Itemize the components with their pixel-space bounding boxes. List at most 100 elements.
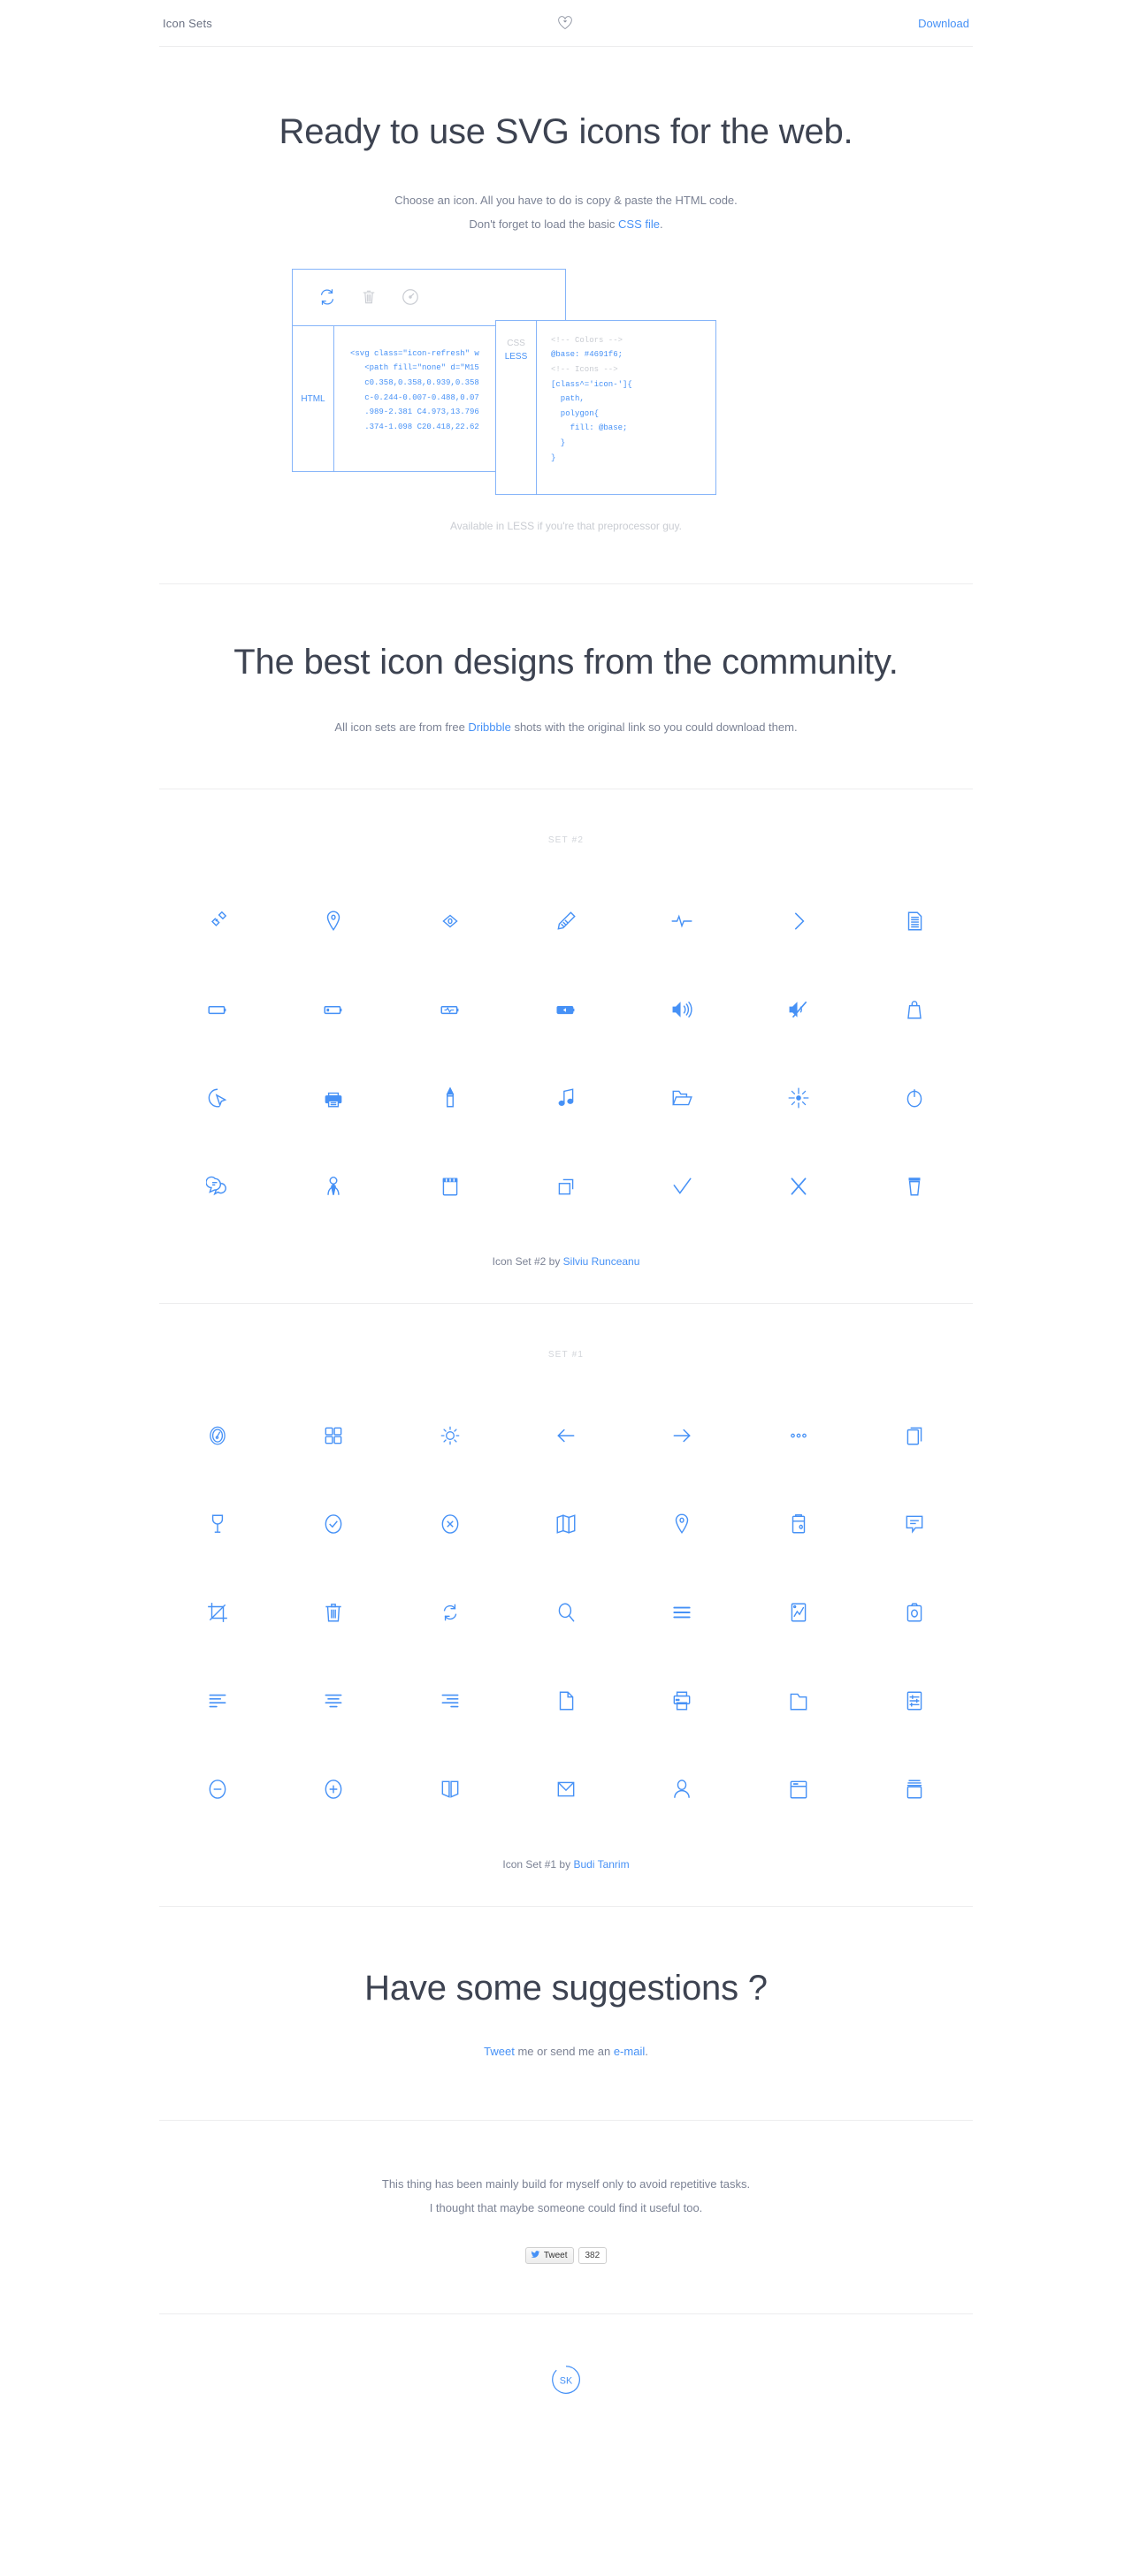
coffee-cup-icon[interactable] <box>857 1142 973 1231</box>
hero-section: Ready to use SVG icons for the web. Choo… <box>159 47 973 552</box>
check-circle-icon[interactable] <box>275 1480 391 1568</box>
browser-window-icon[interactable] <box>740 1745 856 1833</box>
camera-icon[interactable] <box>857 1568 973 1657</box>
stack-icon[interactable] <box>857 1745 973 1833</box>
map-pin-icon[interactable] <box>275 877 391 965</box>
css-comment-icons: <!-- Icons --> <box>551 364 618 374</box>
tweet-link[interactable]: Tweet <box>484 2045 515 2058</box>
chart-image-icon[interactable] <box>740 1568 856 1657</box>
gauge-icon[interactable] <box>401 287 420 307</box>
align-center-icon[interactable] <box>275 1657 391 1745</box>
refresh-icon[interactable] <box>392 1568 508 1657</box>
tweet-button[interactable]: Tweet <box>524 2246 574 2264</box>
notepad-icon[interactable] <box>392 1142 508 1231</box>
css-panel: CSS LESS <!-- Colors --> @base: #4691f6;… <box>495 319 716 495</box>
map-icon[interactable] <box>508 1480 623 1568</box>
email-link[interactable]: e-mail <box>614 2045 645 2058</box>
community-section: The best icon designs from the community… <box>159 584 973 789</box>
trash-icon[interactable] <box>275 1568 391 1657</box>
header-center <box>212 16 918 30</box>
svg-text:SK: SK <box>560 2375 573 2386</box>
printer-icon[interactable] <box>275 1054 391 1142</box>
set-1-author-link[interactable]: Budi Tanrim <box>573 1858 629 1871</box>
css-base-var: @base: #4691f6; <box>551 350 623 360</box>
power-icon[interactable] <box>857 1054 973 1142</box>
chevron-right-icon[interactable] <box>740 877 856 965</box>
download-link[interactable]: Download <box>918 17 969 30</box>
crop-icon[interactable] <box>159 1568 275 1657</box>
marker-pen-icon[interactable] <box>392 1054 508 1142</box>
search-icon[interactable] <box>508 1568 623 1657</box>
user-icon[interactable] <box>624 1745 740 1833</box>
map-pin-icon[interactable] <box>624 1480 740 1568</box>
book-icon[interactable] <box>392 1745 508 1833</box>
set-2-credit: Icon Set #2 by Silviu Runceanu <box>159 1255 973 1268</box>
hero-subline-2: Don't forget to load the basic CSS file. <box>159 212 973 236</box>
community-sub-post: shots with the original link so you coul… <box>510 720 798 734</box>
heart-icon[interactable] <box>557 16 573 30</box>
set-1-icon-grid <box>159 1391 973 1833</box>
community-title: The best icon designs from the community… <box>233 642 899 682</box>
pencil-icon[interactable] <box>508 877 623 965</box>
gauge-icon[interactable] <box>159 1391 275 1480</box>
css-tab-labels: CSS LESS <box>496 320 537 494</box>
sun-icon[interactable] <box>392 1391 508 1480</box>
align-right-icon[interactable] <box>392 1657 508 1745</box>
wine-glass-icon[interactable] <box>159 1480 275 1568</box>
battery-full-icon[interactable] <box>508 965 623 1054</box>
volume-up-icon[interactable] <box>624 965 740 1054</box>
battery-low-icon[interactable] <box>275 965 391 1054</box>
set-1-credit-pre: Icon Set #1 by <box>502 1857 574 1871</box>
more-dots-icon[interactable] <box>740 1391 856 1480</box>
envelope-icon[interactable] <box>508 1745 623 1833</box>
check-icon[interactable] <box>624 1142 740 1231</box>
pulse-icon[interactable] <box>624 877 740 965</box>
set-2-label: SET #2 <box>547 835 585 845</box>
set-2-author-link[interactable]: Silviu Runceanu <box>563 1255 640 1268</box>
grid-icon[interactable] <box>275 1391 391 1480</box>
set-1-credit: Icon Set #1 by Budi Tanrim <box>159 1858 973 1871</box>
dribbble-link[interactable]: Dribbble <box>468 720 510 734</box>
shopping-bag-icon[interactable] <box>857 965 973 1054</box>
copy-icon[interactable] <box>508 1142 623 1231</box>
document-lines-icon[interactable] <box>857 877 973 965</box>
folder-icon[interactable] <box>740 1657 856 1745</box>
file-icon[interactable] <box>508 1657 623 1745</box>
arrow-right-icon[interactable] <box>624 1391 740 1480</box>
eye-icon[interactable] <box>392 877 508 965</box>
plus-circle-icon[interactable] <box>275 1745 391 1833</box>
minus-circle-icon[interactable] <box>159 1745 275 1833</box>
less-note: Available in LESS if you're that preproc… <box>450 519 682 532</box>
suggestions-end: . <box>645 2044 648 2058</box>
printer-icon[interactable] <box>624 1657 740 1745</box>
close-x-icon[interactable] <box>740 1142 856 1231</box>
battery-charging-icon[interactable] <box>392 965 508 1054</box>
camera-roll-icon[interactable] <box>740 1480 856 1568</box>
user-tie-icon[interactable] <box>275 1142 391 1231</box>
menu-icon[interactable] <box>624 1568 740 1657</box>
brightness-icon[interactable] <box>740 1054 856 1142</box>
trash-icon[interactable] <box>360 287 378 307</box>
layers-icon[interactable] <box>857 1391 973 1480</box>
icon-preview-row <box>293 270 565 326</box>
align-left-icon[interactable] <box>159 1657 275 1745</box>
link-icon[interactable] <box>159 877 275 965</box>
outro-line-2: I thought that maybe someone could find … <box>429 2201 703 2215</box>
chat-bubble-icon[interactable] <box>857 1480 973 1568</box>
sk-logo-icon[interactable]: SK <box>550 2364 582 2396</box>
refresh-icon[interactable] <box>317 287 337 307</box>
css-file-link[interactable]: CSS file <box>618 217 660 231</box>
arrow-left-icon[interactable] <box>508 1391 623 1480</box>
music-note-icon[interactable] <box>508 1054 623 1142</box>
folder-open-icon[interactable] <box>624 1054 740 1142</box>
tweet-count: 382 <box>577 2246 608 2264</box>
less-tab-label: LESS <box>504 352 528 362</box>
suggestions-mid: me or send me an <box>514 2044 614 2058</box>
volume-mute-icon[interactable] <box>740 965 856 1054</box>
sliders-icon[interactable] <box>857 1657 973 1745</box>
battery-empty-icon[interactable] <box>159 965 275 1054</box>
x-circle-icon[interactable] <box>392 1480 508 1568</box>
chat-bubbles-icon[interactable] <box>159 1142 275 1231</box>
cursor-click-icon[interactable] <box>159 1054 275 1142</box>
suggestions-subtitle: Tweet me or send me an e-mail. <box>159 2039 973 2063</box>
